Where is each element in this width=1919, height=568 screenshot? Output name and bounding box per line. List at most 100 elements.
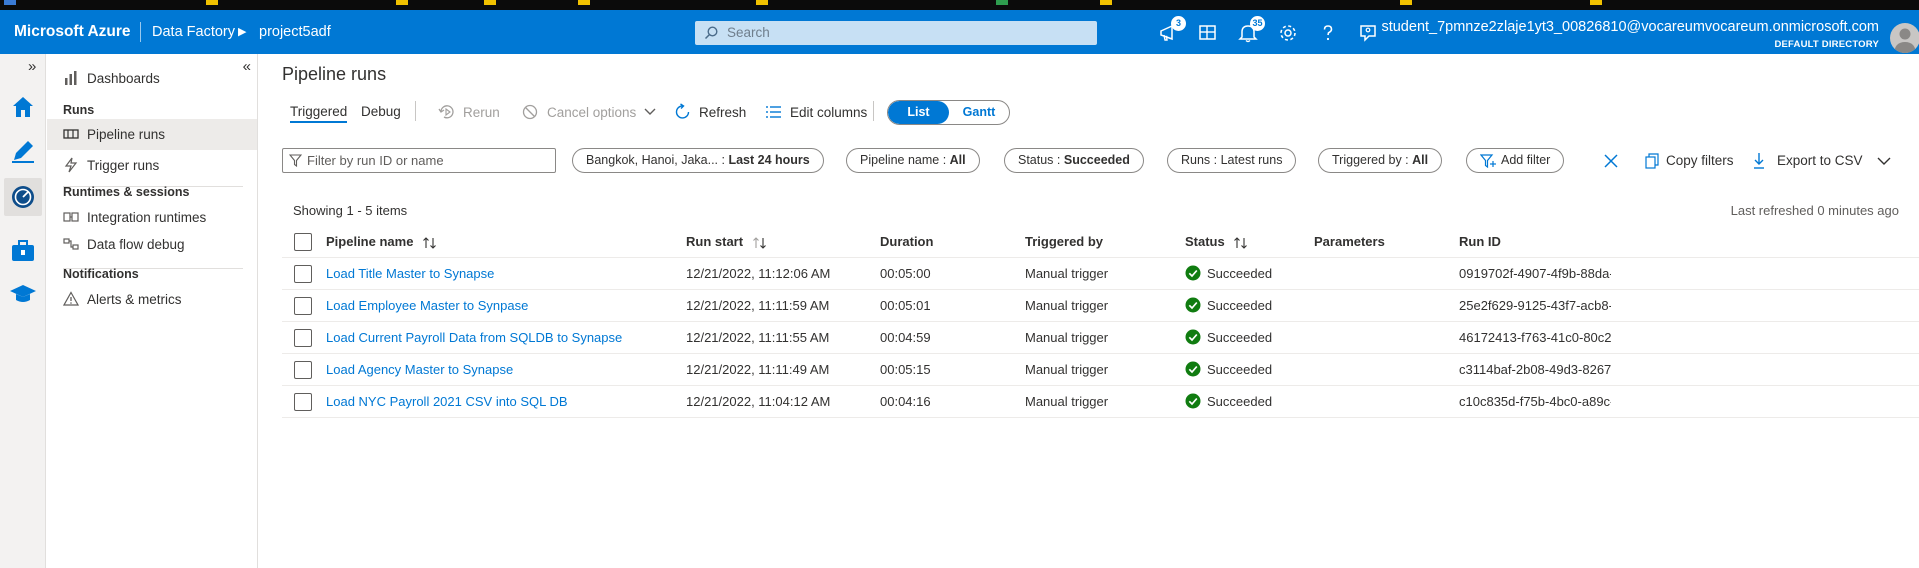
- run-start-cell: 12/21/2022, 11:11:55 AM: [686, 330, 830, 345]
- rail-monitor[interactable]: [4, 178, 42, 216]
- cancel-options-button[interactable]: Cancel options: [522, 101, 660, 123]
- notifications-button[interactable]: 35: [1237, 16, 1265, 44]
- nav-item-dashboards[interactable]: Dashboards: [47, 63, 257, 94]
- table-row[interactable]: Load NYC Payroll 2021 CSV into SQL DB 12/…: [282, 386, 1919, 418]
- status-text: Succeeded: [1207, 362, 1273, 377]
- rail-home[interactable]: [8, 92, 38, 122]
- column-header-parameters[interactable]: Parameters: [1314, 226, 1385, 258]
- gear-icon: [1280, 25, 1296, 41]
- tab-debug[interactable]: Debug: [361, 104, 401, 119]
- row-checkbox[interactable]: [294, 361, 312, 379]
- pipeline-name-link[interactable]: Load Title Master to Synapse: [326, 258, 494, 290]
- tab-favicon: [578, 0, 590, 5]
- filter-pill-value: Succeeded: [1063, 153, 1130, 167]
- account-name[interactable]: student_7pmnze2zlaje1yt3_00826810@vocare…: [1381, 19, 1879, 35]
- expand-rail-icon[interactable]: »: [28, 58, 36, 75]
- run-start-cell: 12/21/2022, 11:11:49 AM: [686, 362, 830, 377]
- view-gantt-button[interactable]: Gantt: [949, 101, 1009, 124]
- filter-pill-triggered-by[interactable]: Triggered by : All: [1318, 148, 1443, 173]
- copy-filters-button[interactable]: Copy filters: [1642, 148, 1734, 173]
- run-start-cell: 12/21/2022, 11:04:12 AM: [686, 394, 831, 409]
- breadcrumb-resource[interactable]: project5adf: [259, 10, 331, 54]
- duration-cell: 00:05:00: [880, 266, 931, 281]
- pipeline-name-link[interactable]: Load Current Payroll Data from SQLDB to …: [326, 322, 622, 354]
- cloud-shell-feedback-button[interactable]: 3: [1158, 16, 1186, 44]
- export-csv-button[interactable]: Export to CSV: [1751, 148, 1863, 173]
- breadcrumb-service[interactable]: Data Factory: [152, 10, 235, 54]
- avatar[interactable]: [1890, 23, 1919, 53]
- column-header-run-id[interactable]: Run ID: [1459, 226, 1501, 258]
- filter-pill-time-range[interactable]: Bangkok, Hanoi, Jaka... : Last 24 hours: [572, 148, 824, 173]
- alerts-badge: 35: [1250, 16, 1265, 31]
- column-header-duration[interactable]: Duration: [880, 226, 933, 258]
- filter-pill-prefix: Pipeline name :: [860, 153, 950, 167]
- duration-cell: 00:05:01: [880, 298, 931, 313]
- rerun-button[interactable]: Rerun: [438, 101, 500, 123]
- filter-pill-prefix: Runs :: [1181, 153, 1221, 167]
- add-filter-button[interactable]: Add filter: [1466, 148, 1565, 173]
- status-cell: Succeeded: [1185, 322, 1272, 354]
- learning-hat-icon: [10, 285, 36, 302]
- success-check-icon: [1185, 297, 1201, 313]
- row-checkbox[interactable]: [294, 265, 312, 283]
- help-button[interactable]: [1317, 22, 1339, 44]
- filter-pill-pipeline-name[interactable]: Pipeline name : All: [846, 148, 980, 173]
- nav-item-data-flow-debug[interactable]: Data flow debug: [47, 229, 257, 260]
- column-header-label: Pipeline name: [326, 234, 414, 249]
- table-row[interactable]: Load Agency Master to Synapse 12/21/2022,…: [282, 354, 1919, 386]
- brand-name[interactable]: Microsoft Azure: [14, 10, 131, 54]
- table-row[interactable]: Load Current Payroll Data from SQLDB to …: [282, 322, 1919, 354]
- browser-tab-strip: [0, 0, 1919, 10]
- tab-triggered[interactable]: Triggered: [290, 104, 348, 123]
- select-all-checkbox[interactable]: [294, 233, 312, 251]
- rail-author[interactable]: [8, 136, 38, 166]
- run-filter-input[interactable]: [307, 151, 551, 170]
- sort-icon: [1234, 236, 1248, 249]
- nav-item-pipeline-runs[interactable]: Pipeline runs: [47, 119, 257, 150]
- column-header-status[interactable]: Status: [1185, 226, 1248, 258]
- parameters-cell: [1314, 258, 1434, 290]
- nav-item-alerts-metrics[interactable]: Alerts & metrics: [47, 284, 257, 315]
- chevron-down-icon: [644, 108, 656, 115]
- toolbar-divider: [873, 101, 874, 121]
- rail-manage[interactable]: [8, 236, 38, 266]
- tab-favicon: [396, 0, 408, 5]
- filter-pill-status[interactable]: Status : Succeeded: [1004, 148, 1144, 173]
- parameters-cell: [1314, 290, 1434, 322]
- table-row[interactable]: Load Employee Master to Synpase 12/21/202…: [282, 290, 1919, 322]
- parameters-cell: [1314, 386, 1434, 418]
- directory-subscription-button[interactable]: [1197, 22, 1219, 44]
- feedback-button[interactable]: [1357, 22, 1379, 44]
- clear-filters-button[interactable]: [1603, 148, 1619, 173]
- refresh-button[interactable]: Refresh: [674, 101, 746, 123]
- nav-item-trigger-runs[interactable]: Trigger runs: [47, 150, 257, 181]
- export-options-dropdown[interactable]: [1876, 148, 1892, 173]
- global-search-box[interactable]: Search: [695, 21, 1097, 45]
- view-list-button[interactable]: List: [888, 101, 949, 124]
- pipeline-name-link[interactable]: Load Employee Master to Synpase: [326, 290, 528, 322]
- pipeline-name-link[interactable]: Load NYC Payroll 2021 CSV into SQL DB: [326, 386, 568, 418]
- tab-favicon: [1590, 0, 1602, 5]
- settings-button[interactable]: [1277, 22, 1299, 44]
- row-checkbox[interactable]: [294, 329, 312, 347]
- run-id-cell: 0919702f-4907-4f9b-88da-accc: [1459, 266, 1611, 281]
- pipeline-name-link[interactable]: Load Agency Master to Synapse: [326, 354, 513, 386]
- run-start-cell: 12/21/2022, 11:11:59 AM: [686, 298, 830, 313]
- column-header-pipeline-name[interactable]: Pipeline name: [326, 226, 437, 258]
- run-filter-field[interactable]: [282, 148, 556, 173]
- filter-funnel-icon: [289, 154, 302, 167]
- chevron-down-icon: [1877, 157, 1891, 165]
- filter-pill-value: All: [1412, 153, 1429, 167]
- filter-pill-runs[interactable]: Runs : Latest runs: [1167, 148, 1297, 173]
- column-header-triggered-by[interactable]: Triggered by: [1025, 226, 1103, 258]
- row-checkbox[interactable]: [294, 297, 312, 315]
- warning-triangle-icon: [63, 291, 79, 306]
- row-checkbox[interactable]: [294, 393, 312, 411]
- nav-item-label: Alerts & metrics: [87, 292, 182, 307]
- rail-learning-center[interactable]: [8, 278, 38, 308]
- tab-favicon: [1100, 0, 1112, 5]
- column-header-run-start[interactable]: Run start: [686, 226, 767, 258]
- filter-pill-value: Latest runs: [1220, 153, 1283, 167]
- edit-columns-button[interactable]: Edit columns: [765, 101, 867, 123]
- table-row[interactable]: Load Title Master to Synapse 12/21/2022, …: [282, 258, 1919, 290]
